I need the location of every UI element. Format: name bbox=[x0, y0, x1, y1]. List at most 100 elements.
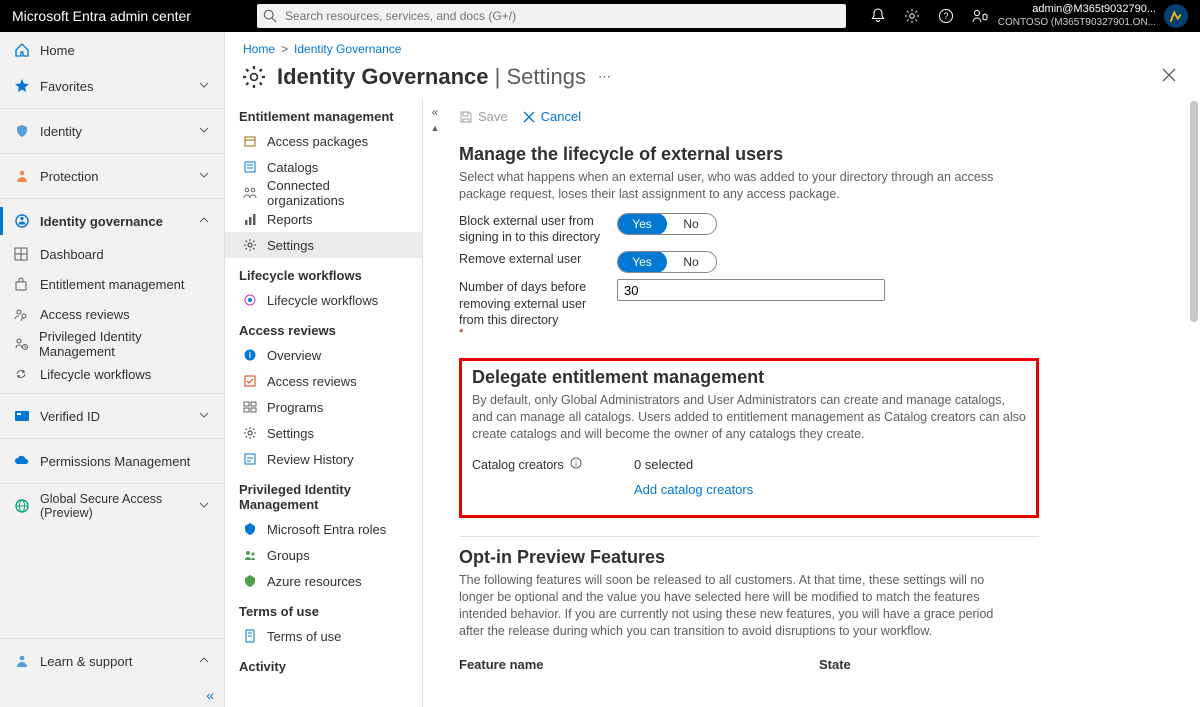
menu-tou[interactable]: Terms of use bbox=[225, 623, 422, 649]
menu-ar-accessreviews[interactable]: Access reviews bbox=[225, 368, 422, 394]
section-external-title: Manage the lifecycle of external users bbox=[459, 144, 1182, 165]
menu-catalogs-label: Catalogs bbox=[267, 160, 318, 175]
nav-learn-support[interactable]: Learn & support bbox=[0, 643, 224, 679]
star-icon bbox=[14, 78, 30, 94]
svg-text:?: ? bbox=[943, 11, 948, 21]
section-delegate-title: Delegate entitlement management bbox=[472, 367, 1026, 388]
nav-protection-label: Protection bbox=[40, 169, 99, 184]
nav-learn-label: Learn & support bbox=[40, 654, 133, 669]
nav-collapse-button[interactable]: « bbox=[206, 687, 214, 703]
search-input[interactable] bbox=[257, 4, 846, 28]
menu-pim-azure-label: Azure resources bbox=[267, 574, 362, 589]
nav-identity-governance[interactable]: Identity governance bbox=[0, 203, 224, 239]
feedback-icon[interactable] bbox=[964, 0, 996, 32]
collapse-menu-button[interactable]: « bbox=[432, 105, 439, 119]
menu-ar-history[interactable]: Review History bbox=[225, 446, 422, 472]
accessreviews-icon bbox=[14, 307, 30, 321]
menu-lifecycle-workflows[interactable]: Lifecycle workflows bbox=[225, 287, 422, 313]
chevron-up-icon bbox=[198, 654, 210, 669]
close-blade-button[interactable] bbox=[1156, 62, 1182, 91]
dashboard-icon bbox=[14, 247, 30, 261]
resource-group-accessreviews: Access reviews bbox=[225, 313, 422, 342]
breadcrumb-home[interactable]: Home bbox=[243, 42, 275, 56]
blade-scrollbar[interactable] bbox=[1190, 142, 1198, 322]
add-catalog-creators-link[interactable]: Add catalog creators bbox=[634, 482, 753, 497]
nav-ig-accessreviews[interactable]: Access reviews bbox=[0, 299, 224, 329]
nav-gsa-label: Global Secure Access (Preview) bbox=[40, 492, 188, 520]
resource-group-activity: Activity bbox=[225, 649, 422, 678]
nav-home[interactable]: Home bbox=[0, 32, 224, 68]
nav-favorites[interactable]: Favorites bbox=[0, 68, 224, 104]
menu-connected-orgs[interactable]: Connected organizations bbox=[225, 180, 422, 206]
nav-permissions[interactable]: Permissions Management bbox=[0, 443, 224, 479]
nav-ig-dashboard-label: Dashboard bbox=[40, 247, 104, 262]
feature-state-col: State bbox=[819, 657, 851, 672]
nav-identity[interactable]: Identity bbox=[0, 113, 224, 149]
menu-reports-label: Reports bbox=[267, 212, 313, 227]
nav-permissions-label: Permissions Management bbox=[40, 454, 190, 469]
nav-verified-id[interactable]: Verified ID bbox=[0, 398, 224, 434]
days-input[interactable] bbox=[617, 279, 885, 301]
catalog-icon bbox=[243, 160, 257, 174]
nav-ig-entitlement[interactable]: Entitlement management bbox=[0, 269, 224, 299]
resource-group-entitlement: Entitlement management bbox=[225, 99, 422, 128]
discard-button[interactable]: Cancel bbox=[522, 109, 581, 124]
menu-pim-groups[interactable]: Groups bbox=[225, 542, 422, 568]
menu-ar-history-label: Review History bbox=[267, 452, 354, 467]
global-search[interactable] bbox=[257, 4, 846, 28]
menu-ar-programs[interactable]: Programs bbox=[225, 394, 422, 420]
top-bar: Microsoft Entra admin center ? admin@M36… bbox=[0, 0, 1200, 32]
azure-icon bbox=[243, 574, 257, 588]
menu-pim-azure[interactable]: Azure resources bbox=[225, 568, 422, 594]
nav-gsa[interactable]: Global Secure Access (Preview) bbox=[0, 488, 224, 524]
org-icon bbox=[243, 186, 257, 200]
info-icon[interactable]: i bbox=[570, 457, 582, 473]
save-icon bbox=[459, 110, 473, 124]
remove-user-toggle[interactable]: Yes No bbox=[617, 251, 717, 273]
help-icon[interactable]: ? bbox=[930, 0, 962, 32]
settings-gear-icon[interactable] bbox=[896, 0, 928, 32]
account-info[interactable]: admin@M365t9032790... CONTOSO (M365T9032… bbox=[998, 3, 1162, 28]
section-external-desc: Select what happens when an external use… bbox=[459, 169, 1019, 203]
chevron-down-icon bbox=[198, 124, 210, 139]
nav-ig-pim[interactable]: Privileged Identity Management bbox=[0, 329, 224, 359]
toggle-yes[interactable]: Yes bbox=[617, 213, 667, 235]
scroll-up-button[interactable]: ▲ bbox=[431, 123, 440, 133]
globe-icon bbox=[14, 498, 30, 514]
section-delegate-desc: By default, only Global Administrators a… bbox=[472, 392, 1026, 443]
toggle-yes[interactable]: Yes bbox=[617, 251, 667, 273]
toggle-no[interactable]: No bbox=[666, 252, 716, 272]
menu-settings[interactable]: Settings bbox=[225, 232, 422, 258]
breadcrumb-separator: > bbox=[281, 42, 288, 56]
governance-icon bbox=[14, 213, 30, 229]
command-bar: Save Cancel bbox=[459, 105, 1182, 134]
menu-ar-accessreviews-label: Access reviews bbox=[267, 374, 357, 389]
menu-catalogs[interactable]: Catalogs bbox=[225, 154, 422, 180]
toggle-no[interactable]: No bbox=[666, 214, 716, 234]
avatar[interactable] bbox=[1164, 4, 1188, 28]
menu-reports[interactable]: Reports bbox=[225, 206, 422, 232]
menu-access-packages[interactable]: Access packages bbox=[225, 128, 422, 154]
required-indicator: * bbox=[459, 326, 609, 340]
nav-ig-dashboard[interactable]: Dashboard bbox=[0, 239, 224, 269]
block-signin-toggle[interactable]: Yes No bbox=[617, 213, 717, 235]
section-preview-title: Opt-in Preview Features bbox=[459, 547, 1182, 568]
close-icon bbox=[522, 110, 536, 124]
chevron-down-icon bbox=[198, 409, 210, 424]
nav-ig-lifecycle[interactable]: Lifecycle workflows bbox=[0, 359, 224, 389]
breadcrumb-current[interactable]: Identity Governance bbox=[294, 42, 401, 56]
info-icon: i bbox=[243, 348, 257, 362]
page-more-icon[interactable]: ⋯ bbox=[598, 69, 611, 85]
content-pane: Save Cancel Manage the lifecycle of exte… bbox=[447, 99, 1200, 707]
gear-icon bbox=[243, 238, 257, 252]
menu-pim-roles[interactable]: Microsoft Entra roles bbox=[225, 516, 422, 542]
nav-protection[interactable]: Protection bbox=[0, 158, 224, 194]
menu-ar-settings[interactable]: Settings bbox=[225, 420, 422, 446]
notifications-icon[interactable] bbox=[862, 0, 894, 32]
svg-text:i: i bbox=[249, 351, 251, 360]
days-label: Number of days before removing external … bbox=[459, 279, 617, 340]
account-email: admin@M365t9032790... bbox=[998, 3, 1156, 16]
save-button[interactable]: Save bbox=[459, 109, 508, 124]
menu-ar-overview[interactable]: iOverview bbox=[225, 342, 422, 368]
home-icon bbox=[14, 42, 30, 58]
